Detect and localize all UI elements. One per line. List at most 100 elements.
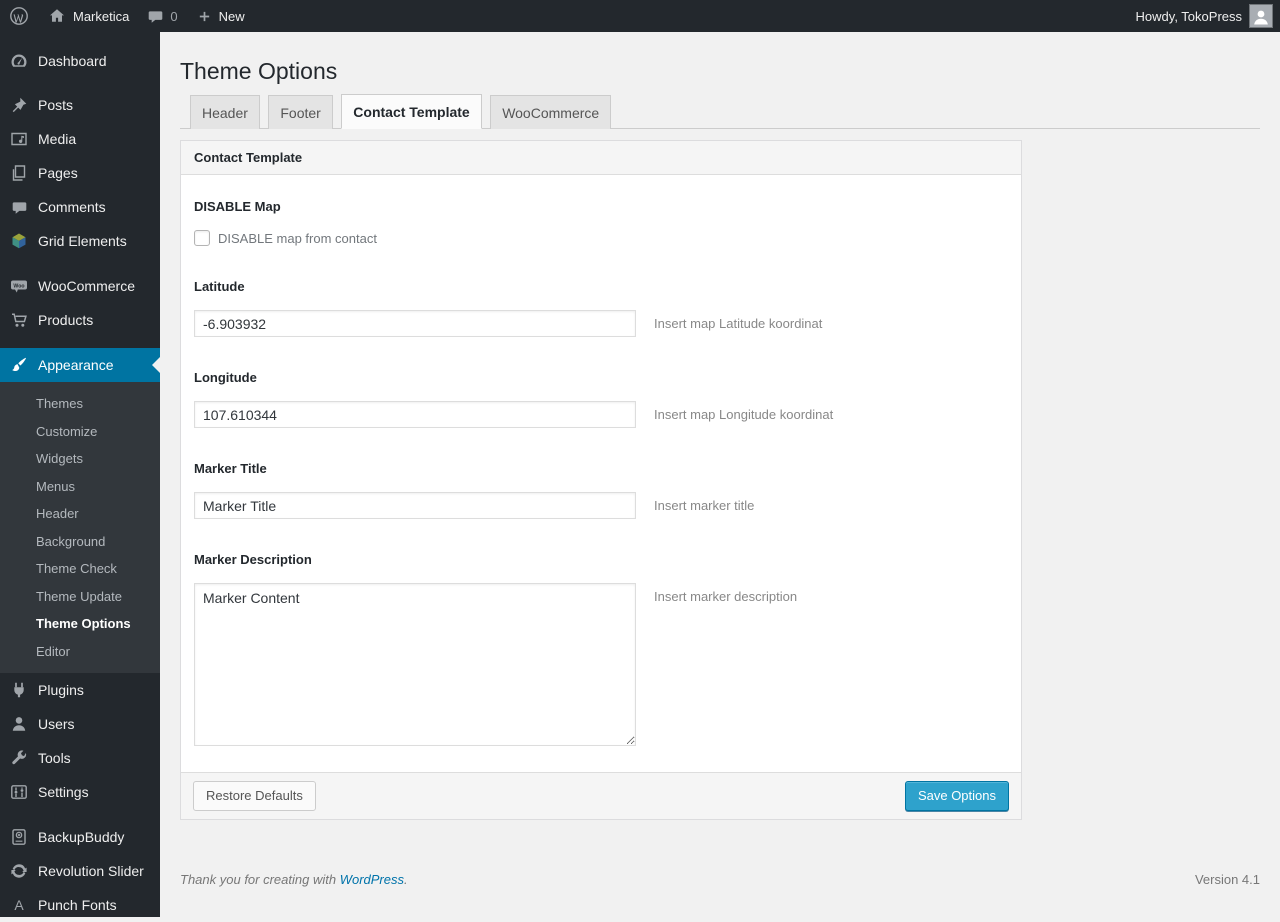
my-account-menu[interactable]: Howdy, TokoPress bbox=[1136, 0, 1280, 32]
sidebar-item-label: Comments bbox=[38, 199, 106, 215]
pushpin-icon bbox=[9, 95, 29, 115]
disable-map-label: DISABLE Map bbox=[194, 199, 281, 214]
dashboard-icon bbox=[9, 51, 29, 71]
comments-shortcut[interactable]: 0 bbox=[138, 0, 186, 32]
comment-bubble-icon bbox=[147, 8, 164, 25]
sidebar-item-backupbuddy[interactable]: BackupBuddy bbox=[0, 820, 160, 854]
tab-bar: Header Footer Contact Template WooCommer… bbox=[180, 94, 1260, 129]
sidebar-item-plugins[interactable]: Plugins bbox=[0, 673, 160, 707]
submenu-item-theme-options[interactable]: Theme Options bbox=[0, 610, 160, 638]
sidebar-item-dashboard[interactable]: Dashboard bbox=[0, 44, 160, 78]
disable-map-row: DISABLE map from contact bbox=[194, 230, 1008, 246]
media-icon bbox=[9, 129, 29, 149]
sidebar-item-tools[interactable]: Tools bbox=[0, 741, 160, 775]
user-icon bbox=[9, 714, 29, 734]
sidebar-item-products[interactable]: Products bbox=[0, 303, 160, 337]
marker-description-row: Marker Content Insert marker description bbox=[194, 583, 1008, 746]
wordpress-logo-icon bbox=[9, 6, 29, 26]
submenu-item-widgets[interactable]: Widgets bbox=[0, 445, 160, 473]
longitude-label: Longitude bbox=[194, 370, 257, 385]
tab-contact-template[interactable]: Contact Template bbox=[341, 94, 482, 129]
menu-separator bbox=[0, 258, 160, 269]
panel-footer: Restore Defaults Save Options bbox=[181, 772, 1021, 819]
sidebar-item-label: Posts bbox=[38, 97, 74, 113]
latitude-row: Insert map Latitude koordinat bbox=[194, 310, 1008, 337]
marker-title-label: Marker Title bbox=[194, 461, 267, 476]
site-name: Marketica bbox=[73, 8, 130, 24]
sidebar-item-label: Grid Elements bbox=[38, 233, 127, 249]
sidebar-item-revolution-slider[interactable]: Revolution Slider bbox=[0, 854, 160, 888]
pages-icon bbox=[9, 163, 29, 183]
submenu-item-editor[interactable]: Editor bbox=[0, 638, 160, 666]
submenu-item-themes[interactable]: Themes bbox=[0, 390, 160, 418]
menu-separator bbox=[0, 809, 160, 820]
sidebar-item-label: Dashboard bbox=[38, 53, 107, 69]
marker-title-input[interactable] bbox=[194, 492, 636, 519]
page-title: Theme Options bbox=[180, 58, 338, 84]
sidebar-item-label: BackupBuddy bbox=[38, 829, 125, 845]
sidebar-item-appearance[interactable]: Appearance bbox=[0, 348, 160, 382]
wordpress-link[interactable]: WordPress bbox=[340, 872, 404, 887]
tab-footer[interactable]: Footer bbox=[268, 95, 333, 129]
avatar bbox=[1249, 4, 1273, 28]
submenu-item-background[interactable]: Background bbox=[0, 528, 160, 556]
wordpress-logo-menu[interactable] bbox=[0, 0, 38, 32]
submenu-item-customize[interactable]: Customize bbox=[0, 418, 160, 446]
sidebar-item-label: Pages bbox=[38, 165, 78, 181]
longitude-input[interactable] bbox=[194, 401, 636, 428]
sidebar-item-label: Tools bbox=[38, 750, 71, 766]
sidebar-item-posts[interactable]: Posts bbox=[0, 88, 160, 122]
latitude-label: Latitude bbox=[194, 279, 245, 294]
page-footer: Thank you for creating with WordPress. V… bbox=[180, 872, 1260, 887]
latitude-help: Insert map Latitude koordinat bbox=[654, 316, 823, 331]
letter-a-icon: A bbox=[14, 897, 24, 913]
cart-icon bbox=[9, 310, 29, 330]
menu-separator bbox=[0, 78, 160, 88]
thanks-suffix: . bbox=[404, 871, 408, 887]
admin-menu: Dashboard Posts Media Pages Comments Gri… bbox=[0, 32, 160, 917]
save-options-button[interactable]: Save Options bbox=[904, 781, 1009, 811]
howdy-text: Howdy, TokoPress bbox=[1135, 8, 1242, 24]
new-label: New bbox=[218, 8, 245, 24]
wrench-icon bbox=[9, 748, 29, 768]
sidebar-item-settings[interactable]: Settings bbox=[0, 775, 160, 809]
new-content-menu[interactable]: New bbox=[187, 0, 254, 32]
footer-thanks-text: Thank you for creating with WordPress. bbox=[180, 872, 408, 887]
contact-template-panel: Contact Template DISABLE Map DISABLE map… bbox=[180, 140, 1022, 820]
sidebar-item-pages[interactable]: Pages bbox=[0, 156, 160, 190]
restore-defaults-button[interactable]: Restore Defaults bbox=[193, 781, 316, 811]
sidebar-item-comments[interactable]: Comments bbox=[0, 190, 160, 224]
submenu-item-header[interactable]: Header bbox=[0, 500, 160, 528]
sidebar-item-label: Media bbox=[38, 131, 77, 147]
marker-description-textarea[interactable]: Marker Content bbox=[194, 583, 636, 746]
submenu-item-theme-check[interactable]: Theme Check bbox=[0, 555, 160, 583]
sidebar-item-woocommerce[interactable]: WooCommerce bbox=[0, 269, 160, 303]
marker-title-row: Insert marker title bbox=[194, 492, 1008, 519]
sidebar-item-label: Revolution Slider bbox=[38, 863, 144, 879]
menu-separator bbox=[0, 337, 160, 348]
comment-bubble-icon bbox=[9, 199, 29, 216]
disable-map-checkbox[interactable] bbox=[194, 230, 210, 246]
woocommerce-badge-icon bbox=[9, 276, 29, 296]
sidebar-item-label: Users bbox=[38, 716, 75, 732]
site-name-link[interactable]: Marketica bbox=[38, 0, 138, 32]
sidebar-item-grid-elements[interactable]: Grid Elements bbox=[0, 224, 160, 258]
longitude-row: Insert map Longitude koordinat bbox=[194, 401, 1008, 428]
marker-description-label: Marker Description bbox=[194, 552, 312, 567]
submenu-item-menus[interactable]: Menus bbox=[0, 473, 160, 501]
sidebar-item-media[interactable]: Media bbox=[0, 122, 160, 156]
panel-body: DISABLE Map DISABLE map from contact Lat… bbox=[181, 175, 1021, 772]
version-text: Version 4.1 bbox=[1194, 871, 1260, 887]
submenu-item-theme-update[interactable]: Theme Update bbox=[0, 583, 160, 611]
panel-title: Contact Template bbox=[181, 141, 1021, 175]
sliders-icon bbox=[9, 782, 29, 802]
tab-header[interactable]: Header bbox=[190, 95, 260, 129]
latitude-input[interactable] bbox=[194, 310, 636, 337]
refresh-arrows-icon bbox=[9, 861, 29, 881]
grid-elements-cube-icon bbox=[9, 231, 29, 251]
tab-woocommerce[interactable]: WooCommerce bbox=[490, 95, 612, 129]
sidebar-item-users[interactable]: Users bbox=[0, 707, 160, 741]
plug-icon bbox=[9, 680, 29, 700]
disable-map-checkbox-label: DISABLE map from contact bbox=[218, 230, 377, 246]
marker-title-help: Insert marker title bbox=[654, 498, 755, 513]
